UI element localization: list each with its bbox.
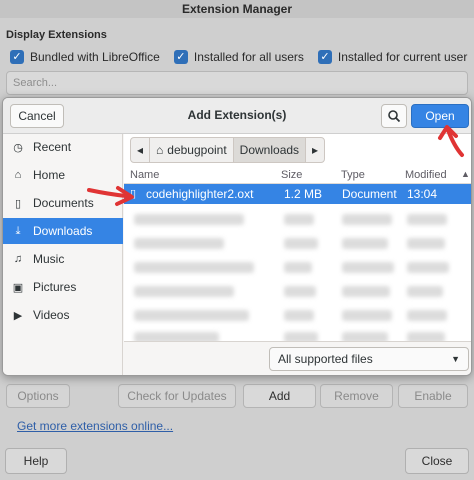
- sidebar-item-label: Music: [33, 252, 65, 266]
- table-row-selected[interactable]: ▯ codehighlighter2.oxt 1.2 MB Document 1…: [124, 184, 471, 204]
- sidebar-item-label: Recent: [33, 140, 72, 154]
- path-back-button[interactable]: ◂: [131, 138, 151, 162]
- sidebar-item-downloads[interactable]: ⤓ Downloads: [3, 218, 123, 244]
- picture-icon: ▣: [12, 281, 24, 294]
- options-button[interactable]: Options: [6, 384, 70, 408]
- sidebar-item-home[interactable]: ⌂ Home: [3, 162, 123, 188]
- sidebar-item-label: Pictures: [33, 280, 77, 294]
- path-segment-downloads[interactable]: Downloads: [233, 138, 307, 162]
- add-extensions-dialog: Cancel Add Extension(s) Open ◷ Recent ⌂ …: [2, 97, 472, 376]
- dialog-footer: All supported files ▼: [124, 341, 471, 375]
- home-icon: ⌂: [14, 169, 22, 181]
- file-list-pane: ◂ ⌂ debugpoint Downloads ▸ Name Size Typ…: [124, 134, 471, 341]
- column-size[interactable]: Size: [281, 169, 302, 181]
- file-icon: ▯: [130, 188, 137, 200]
- all-users-checkbox[interactable]: ✓ Installed for all users: [173, 50, 304, 64]
- add-button[interactable]: Add: [243, 384, 316, 408]
- path-segment-home[interactable]: ⌂ debugpoint: [150, 138, 234, 162]
- cancel-button[interactable]: Cancel: [10, 104, 64, 128]
- bundled-checkbox[interactable]: ✓ Bundled with LibreOffice: [10, 50, 160, 64]
- column-modified[interactable]: Modified: [405, 169, 447, 181]
- places-sidebar: ◷ Recent ⌂ Home ▯ Documents ⤓ Downloads …: [3, 134, 123, 375]
- home-icon: ⌂: [156, 143, 164, 157]
- file-name: codehighlighter2.oxt: [146, 187, 254, 201]
- search-input[interactable]: Search...: [6, 71, 468, 95]
- current-user-checkbox[interactable]: ✓ Installed for current user: [317, 50, 468, 64]
- file-type-filter[interactable]: All supported files ▼: [269, 347, 469, 371]
- file-modified: 13:04: [407, 187, 438, 201]
- download-icon: ⤓: [15, 224, 21, 237]
- sidebar-item-videos[interactable]: ▶ Videos: [3, 302, 123, 328]
- checkmark-icon: ✓: [317, 50, 332, 64]
- help-button[interactable]: Help: [5, 448, 67, 474]
- checkmark-icon: ✓: [173, 50, 188, 64]
- column-name[interactable]: Name: [130, 169, 159, 181]
- chevron-left-icon: ◂: [137, 143, 144, 157]
- checkbox-label: Bundled with LibreOffice: [30, 50, 160, 64]
- check-updates-button[interactable]: Check for Updates: [118, 384, 236, 408]
- sort-ascending-icon: ▲: [461, 169, 470, 179]
- remove-button[interactable]: Remove: [320, 384, 393, 408]
- sidebar-item-label: Home: [33, 168, 66, 182]
- display-extensions-label: Display Extensions: [6, 29, 107, 41]
- search-icon: [388, 110, 401, 123]
- display-filters: ✓ Bundled with LibreOffice ✓ Installed f…: [10, 50, 467, 64]
- close-button[interactable]: Close: [405, 448, 469, 474]
- checkbox-label: Installed for all users: [193, 50, 304, 64]
- column-header: Name Size Type Modified ▲: [124, 166, 471, 184]
- sidebar-item-music[interactable]: ♫ Music: [3, 246, 123, 272]
- extension-actions: Options Check for Updates Add Remove Ena…: [0, 384, 474, 410]
- chevron-right-icon: ▸: [312, 143, 319, 157]
- sidebar-item-label: Downloads: [33, 224, 93, 238]
- document-icon: ▯: [14, 197, 22, 210]
- sidebar-item-label: Videos: [33, 308, 70, 322]
- file-type: Document: [342, 187, 397, 201]
- window-title: Extension Manager: [0, 0, 474, 18]
- music-icon: ♫: [13, 253, 23, 265]
- enable-button[interactable]: Enable: [398, 384, 468, 408]
- open-button[interactable]: Open: [411, 104, 469, 128]
- sidebar-item-pictures[interactable]: ▣ Pictures: [3, 274, 123, 300]
- clock-icon: ◷: [13, 141, 23, 154]
- path-forward-button[interactable]: ▸: [306, 138, 324, 162]
- column-type[interactable]: Type: [341, 169, 365, 181]
- file-size: 1.2 MB: [284, 187, 323, 201]
- filter-label: All supported files: [278, 352, 373, 366]
- checkmark-icon: ✓: [10, 50, 24, 64]
- path-bar: ◂ ⌂ debugpoint Downloads ▸: [130, 137, 326, 163]
- sidebar-item-label: Documents: [33, 196, 94, 210]
- path-segment-label: debugpoint: [167, 143, 227, 157]
- search-button[interactable]: [381, 104, 407, 128]
- video-icon: ▶: [13, 309, 23, 322]
- sidebar-item-documents[interactable]: ▯ Documents: [3, 190, 123, 216]
- sidebar-item-recent[interactable]: ◷ Recent: [3, 134, 123, 160]
- chevron-down-icon: ▼: [451, 354, 460, 364]
- get-more-extensions-link[interactable]: Get more extensions online...: [17, 419, 173, 433]
- checkbox-label: Installed for current user: [337, 50, 468, 64]
- dialog-header: Cancel Add Extension(s) Open: [3, 98, 471, 134]
